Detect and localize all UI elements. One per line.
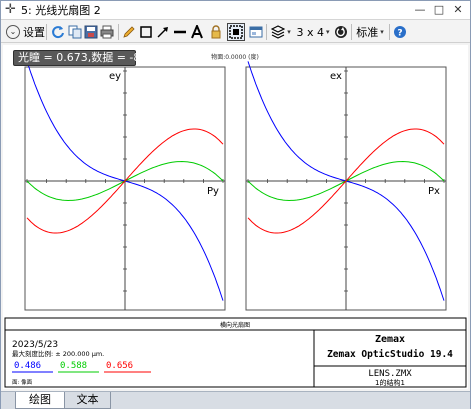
tab-text[interactable]: 文本	[65, 392, 111, 409]
help-button[interactable]: ?	[392, 23, 408, 41]
left-y-label: ey	[109, 71, 121, 82]
line-button[interactable]	[172, 23, 188, 41]
grid-dropdown-icon: ▾	[325, 28, 330, 36]
print-button[interactable]	[99, 23, 115, 41]
ray-fan-plot[interactable]: 物面:0.0000 (度) ey Py ex Px 横向光扇图 2023/5/2…	[3, 45, 468, 389]
copy-icon	[68, 25, 82, 39]
info-caption: 横向光扇图	[220, 321, 250, 329]
standard-label: 标准	[356, 26, 379, 39]
left-x-label: Py	[207, 186, 219, 197]
tab-graph[interactable]: 绘图	[15, 392, 65, 409]
lock-button[interactable]	[208, 23, 224, 41]
info-company: Zemax	[375, 334, 405, 345]
toolbar-divider	[46, 24, 47, 40]
lock-icon	[211, 25, 221, 39]
settings-icon: ⌄	[6, 25, 20, 39]
settings-button[interactable]: ⌄ 设置	[6, 23, 45, 41]
arrow-icon	[157, 27, 168, 38]
window-button[interactable]	[248, 23, 264, 41]
right-x-label: Px	[428, 186, 440, 197]
info-block: 横向光扇图 2023/5/23 最大刻度比例: ± 200.000 µm. 0.…	[4, 317, 467, 388]
save-button[interactable]	[83, 23, 99, 41]
wavelength-0656: 0.656	[106, 361, 133, 371]
grid-label: 3 x 4	[296, 25, 324, 39]
layers-button[interactable]: ▾	[269, 23, 293, 41]
left-fan-panel: ey Py	[24, 61, 226, 311]
info-surface: 面: 像面	[12, 378, 33, 386]
toolbar-divider	[266, 24, 267, 40]
settings-label: 设置	[23, 26, 45, 39]
layout-button[interactable]	[227, 23, 245, 41]
pencil-button[interactable]	[121, 23, 137, 41]
scale-text: 物面:0.0000 (度)	[211, 53, 259, 61]
plot-canvas: 物面:0.0000 (度) ey Py ex Px 横向光扇图 2023/5/2…	[4, 53, 467, 388]
save-icon	[84, 25, 98, 39]
layers-icon	[271, 25, 286, 39]
view-tabs: 绘图 文本	[1, 391, 470, 409]
right-y-label: ex	[330, 71, 342, 82]
analysis-window: ✛ 5: 光线光扇图 2 — □ ✕ ⌄ 设置 ▾ 3 x 4 ▾ 标准 ▾ ?…	[0, 0, 471, 409]
refresh-icon	[52, 26, 64, 39]
right-fan-panel: ex Px	[245, 61, 447, 311]
pencil-icon	[123, 26, 135, 38]
layers-dropdown-icon: ▾	[287, 28, 291, 36]
rectangle-button[interactable]	[138, 23, 154, 41]
arrow-button[interactable]	[155, 23, 171, 41]
title-bar[interactable]: ✛ 5: 光线光扇图 2 — □ ✕	[1, 1, 470, 20]
standard-dropdown-icon: ▾	[380, 28, 384, 36]
info-file: LENS.ZMX	[368, 369, 412, 379]
svg-text:?: ?	[397, 29, 402, 39]
maximize-button[interactable]: □	[431, 2, 447, 18]
text-button[interactable]	[189, 23, 205, 41]
standard-selector[interactable]: 标准 ▾	[354, 23, 386, 41]
info-max-scale: 最大刻度比例: ± 200.000 µm.	[12, 349, 104, 358]
rotate-icon	[335, 26, 347, 38]
line-icon	[174, 30, 186, 34]
close-button[interactable]: ✕	[450, 2, 466, 18]
toolbar: ⌄ 设置 ▾ 3 x 4 ▾ 标准 ▾ ?	[1, 21, 470, 43]
info-date: 2023/5/23	[12, 340, 58, 350]
rectangle-icon	[140, 26, 152, 38]
window-icon	[249, 26, 263, 38]
refresh-button[interactable]	[50, 23, 66, 41]
grid-selector[interactable]: 3 x 4 ▾	[295, 23, 331, 41]
layout-icon	[229, 25, 243, 39]
window-title: 5: 光线光扇图 2	[21, 4, 101, 17]
wavelength-0588: 0.588	[60, 361, 87, 371]
toolbar-divider	[118, 24, 119, 40]
minimize-button[interactable]: —	[412, 2, 428, 18]
text-icon	[191, 25, 203, 39]
toolbar-divider	[389, 24, 390, 40]
pin-icon[interactable]: ✛	[5, 2, 16, 18]
help-icon: ?	[394, 26, 406, 39]
print-icon	[100, 25, 114, 39]
info-product: Zemax OpticStudio 19.4	[327, 349, 453, 360]
wavelength-0486: 0.486	[14, 361, 41, 371]
toolbar-divider	[351, 24, 352, 40]
copy-button[interactable]	[67, 23, 83, 41]
cursor-tooltip: 光瞳 = 0.673,数据 = -87.9	[13, 50, 158, 66]
info-config: 1的结构1	[375, 378, 405, 387]
rotate-button[interactable]	[333, 23, 349, 41]
